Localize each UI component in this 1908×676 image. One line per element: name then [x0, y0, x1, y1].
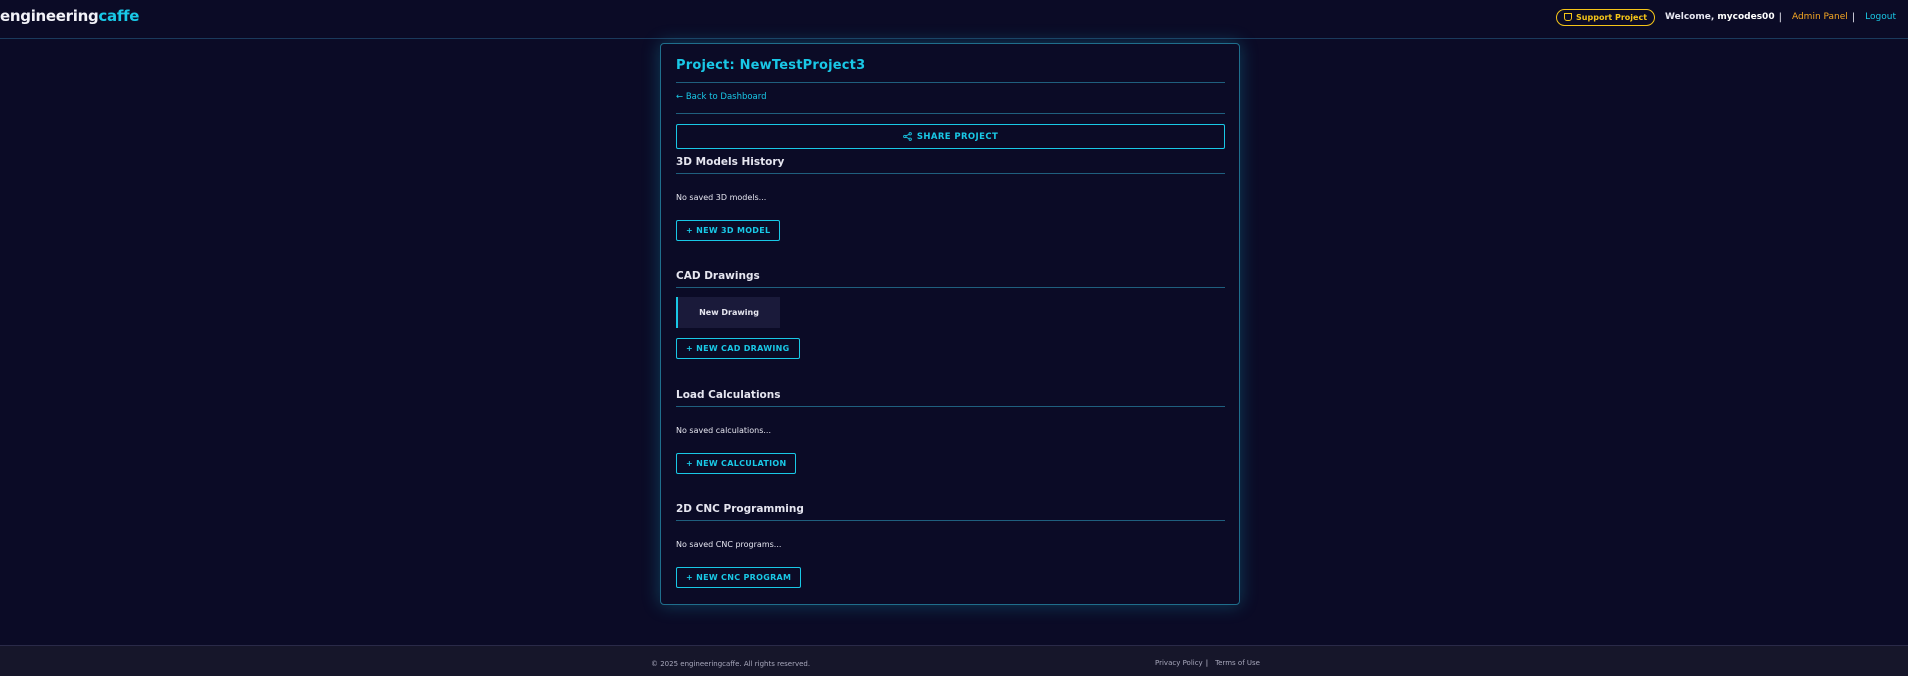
- coffee-cup-icon: [1564, 13, 1573, 21]
- section-divider: [676, 520, 1225, 521]
- cad-drawing-item[interactable]: New Drawing: [676, 297, 780, 328]
- site-logo[interactable]: engineeringcaffe: [0, 7, 139, 25]
- welcome-text: Welcome, mycodes00: [1665, 12, 1775, 22]
- section-title-load-calculations: Load Calculations: [676, 389, 781, 401]
- section-title-cnc-programming: 2D CNC Programming: [676, 503, 804, 515]
- empty-cnc-programs-text: No saved CNC programs...: [676, 540, 782, 549]
- new-cad-drawing-button[interactable]: + NEW CAD DRAWING: [676, 338, 800, 359]
- section-title-cad-drawings: CAD Drawings: [676, 270, 760, 282]
- logo-main-text: engineering: [0, 7, 99, 25]
- footer-links: Privacy Policy | Terms of Use: [1155, 659, 1260, 667]
- top-header: engineeringcaffe Support Project Welcome…: [0, 0, 1908, 39]
- admin-panel-link[interactable]: Admin Panel: [1792, 12, 1848, 22]
- section-divider: [676, 406, 1225, 407]
- new-calculation-button[interactable]: + NEW CALCULATION: [676, 453, 797, 474]
- page-footer: © 2025 engineeringcaffe. All rights rese…: [0, 645, 1908, 676]
- project-title: Project: NewTestProject3: [676, 58, 866, 73]
- empty-calculations-text: No saved calculations...: [676, 426, 772, 435]
- welcome-prefix: Welcome,: [1665, 12, 1715, 22]
- nav-separator: |: [1778, 11, 1782, 23]
- back-to-dashboard-link[interactable]: ← Back to Dashboard: [676, 92, 767, 102]
- footer-separator: |: [1205, 659, 1209, 667]
- divider: [676, 82, 1225, 83]
- logout-link[interactable]: Logout: [1865, 12, 1896, 22]
- section-divider: [676, 173, 1225, 174]
- cad-drawing-item-label: New Drawing: [699, 308, 759, 317]
- support-project-label: Support Project: [1576, 12, 1648, 22]
- project-card: Project: NewTestProject3 ← Back to Dashb…: [660, 43, 1240, 605]
- share-project-label: SHARE PROJECT: [916, 131, 999, 142]
- new-3d-model-button[interactable]: + NEW 3D MODEL: [676, 220, 781, 241]
- section-title-3d-models: 3D Models History: [676, 156, 785, 168]
- username: mycodes00: [1717, 12, 1775, 22]
- divider: [676, 113, 1225, 114]
- section-divider: [676, 287, 1225, 288]
- privacy-policy-link[interactable]: Privacy Policy: [1155, 659, 1203, 667]
- logo-accent-text: caffe: [98, 7, 140, 25]
- share-icon: [903, 132, 912, 141]
- empty-3d-models-text: No saved 3D models...: [676, 193, 767, 202]
- terms-of-use-link[interactable]: Terms of Use: [1215, 659, 1260, 667]
- share-project-button[interactable]: SHARE PROJECT: [676, 124, 1225, 149]
- header-nav: Support Project Welcome, mycodes00 | Adm…: [1556, 8, 1908, 26]
- copyright-text: © 2025 engineeringcaffe. All rights rese…: [651, 660, 811, 668]
- new-cnc-program-button[interactable]: + NEW CNC PROGRAM: [676, 567, 802, 588]
- nav-separator: |: [1851, 11, 1856, 23]
- support-project-button[interactable]: Support Project: [1556, 8, 1656, 26]
